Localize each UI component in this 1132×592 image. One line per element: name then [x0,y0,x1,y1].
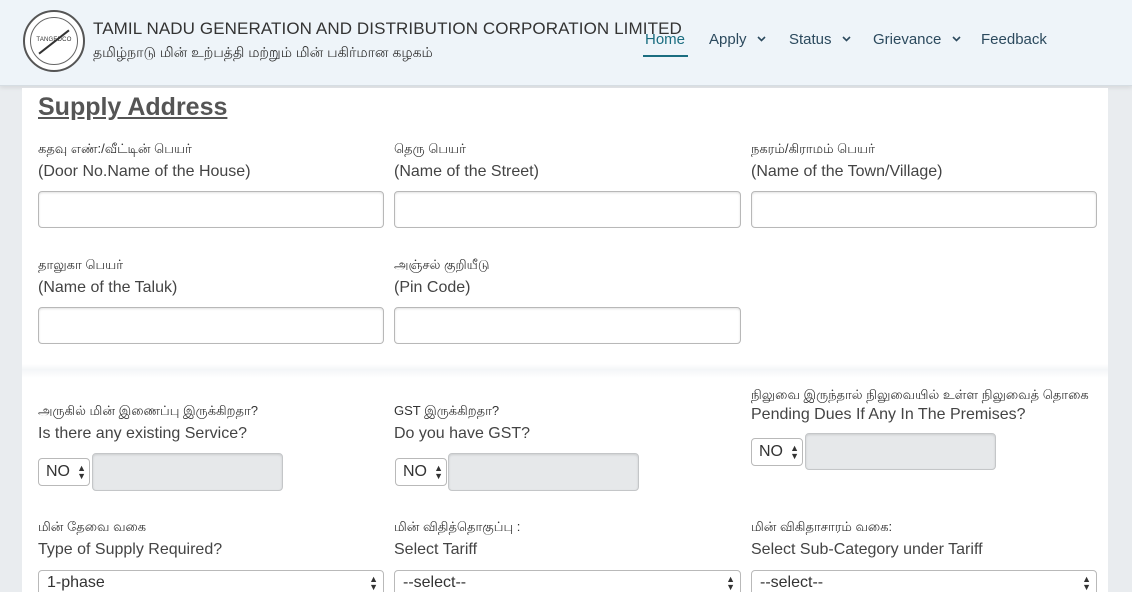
nav-grievance-label: Grievance [873,31,942,48]
nav-feedback-link[interactable]: Feedback [981,31,1047,48]
section-title: Supply Address [38,93,228,121]
taluk-label-tamil: தாலுகா பெயர் [38,257,124,272]
chevron-down-icon [757,36,766,42]
nav-status-dropdown[interactable]: Status [789,31,851,48]
pending-dues-label-english: Pending Dues If Any In The Premises? [751,406,1026,423]
gst-number-input[interactable] [448,453,639,491]
pincode-label-english: (Pin Code) [394,279,471,296]
tariff-label-english: Select Tariff [394,541,478,558]
subcategory-select[interactable]: --select-- ▲ ▼ [751,570,1097,592]
existing-service-selected: NO [46,463,70,480]
section-divider [22,364,1108,378]
pending-dues-label-tamil: நிலுவை இருந்தால் நிலுவையில் உள்ள நிலுவைத… [751,387,1089,402]
nav-home-link[interactable]: Home [645,31,685,48]
org-name-english: TAMIL NADU GENERATION AND DISTRIBUTION C… [93,19,682,38]
gst-label-tamil: GST இருக்கிறதா? [394,403,500,418]
pending-dues-select[interactable]: NO ▲ ▼ [751,438,803,466]
org-name-tamil: தமிழ்நாடு மின் உற்பத்தி மற்றும் மின் பகி… [93,44,433,60]
existing-service-select[interactable]: NO ▲ ▼ [38,458,90,486]
supply-type-label-english: Type of Supply Required? [38,541,223,558]
updown-arrows-icon: ▲ ▼ [434,463,443,481]
pending-dues-amount-input[interactable] [805,433,996,470]
existing-service-number-input[interactable] [92,453,283,491]
supply-type-select[interactable]: 1-phase ▲ ▼ [38,570,384,592]
taluk-input[interactable] [38,307,384,344]
pincode-input[interactable] [394,307,741,344]
updown-arrows-icon: ▲ ▼ [369,574,378,592]
updown-arrows-icon: ▲ ▼ [1082,574,1091,592]
taluk-label-english: (Name of the Taluk) [38,279,178,296]
chevron-down-icon [951,36,961,42]
tangedco-logo-icon[interactable]: TANGEDCO [23,10,85,72]
existing-service-label-english: Is there any existing Service? [38,425,247,442]
tariff-label-tamil: மின் விதித்தொகுப்பு : [394,519,521,534]
site-header: TANGEDCO TAMIL NADU GENERATION AND DISTR… [0,0,1132,86]
pincode-label-tamil: அஞ்சல் குறியீடு [394,257,490,272]
town-village-input[interactable] [751,191,1097,228]
door-label-tamil: கதவு எண்:/வீட்டின் பெயர் [38,141,192,156]
supply-type-selected: 1-phase [47,574,105,591]
updown-arrows-icon: ▲ ▼ [790,443,799,461]
pending-dues-selected: NO [759,443,783,460]
existing-service-label-tamil: அருகில் மின் இணைப்பு இருக்கிறதா? [38,403,259,418]
nav-status-label: Status [789,31,832,48]
gst-selected: NO [403,463,427,480]
street-label-tamil: தெரு பெயர் [394,141,466,156]
logo-text: TANGEDCO [36,37,72,43]
subcategory-label-english: Select Sub-Category under Tariff [751,541,983,558]
subcategory-label-tamil: மின் விகிதாசாரம் வகை: [751,519,893,534]
gst-select[interactable]: NO ▲ ▼ [395,458,447,486]
town-label-tamil: நகரம்/கிராமம் பெயர் [751,141,875,156]
door-name-input[interactable] [38,191,384,228]
chevron-down-icon [842,36,851,42]
updown-arrows-icon: ▲ ▼ [726,574,735,592]
nav-apply-label: Apply [709,31,747,48]
tariff-select[interactable]: --select-- ▲ ▼ [394,570,741,592]
street-name-input[interactable] [394,191,741,228]
updown-arrows-icon: ▲ ▼ [77,463,86,481]
town-label-english: (Name of the Town/Village) [751,163,943,180]
gst-label-english: Do you have GST? [394,425,531,442]
tariff-selected: --select-- [403,574,467,591]
supply-type-label-tamil: மின் தேவை வகை [38,519,147,534]
nav-grievance-dropdown[interactable]: Grievance [873,31,961,48]
door-label-english: (Door No.Name of the House) [38,163,251,180]
nav-active-indicator [643,55,688,57]
subcategory-selected: --select-- [760,574,824,591]
nav-apply-dropdown[interactable]: Apply [709,31,766,48]
street-label-english: (Name of the Street) [394,163,539,180]
